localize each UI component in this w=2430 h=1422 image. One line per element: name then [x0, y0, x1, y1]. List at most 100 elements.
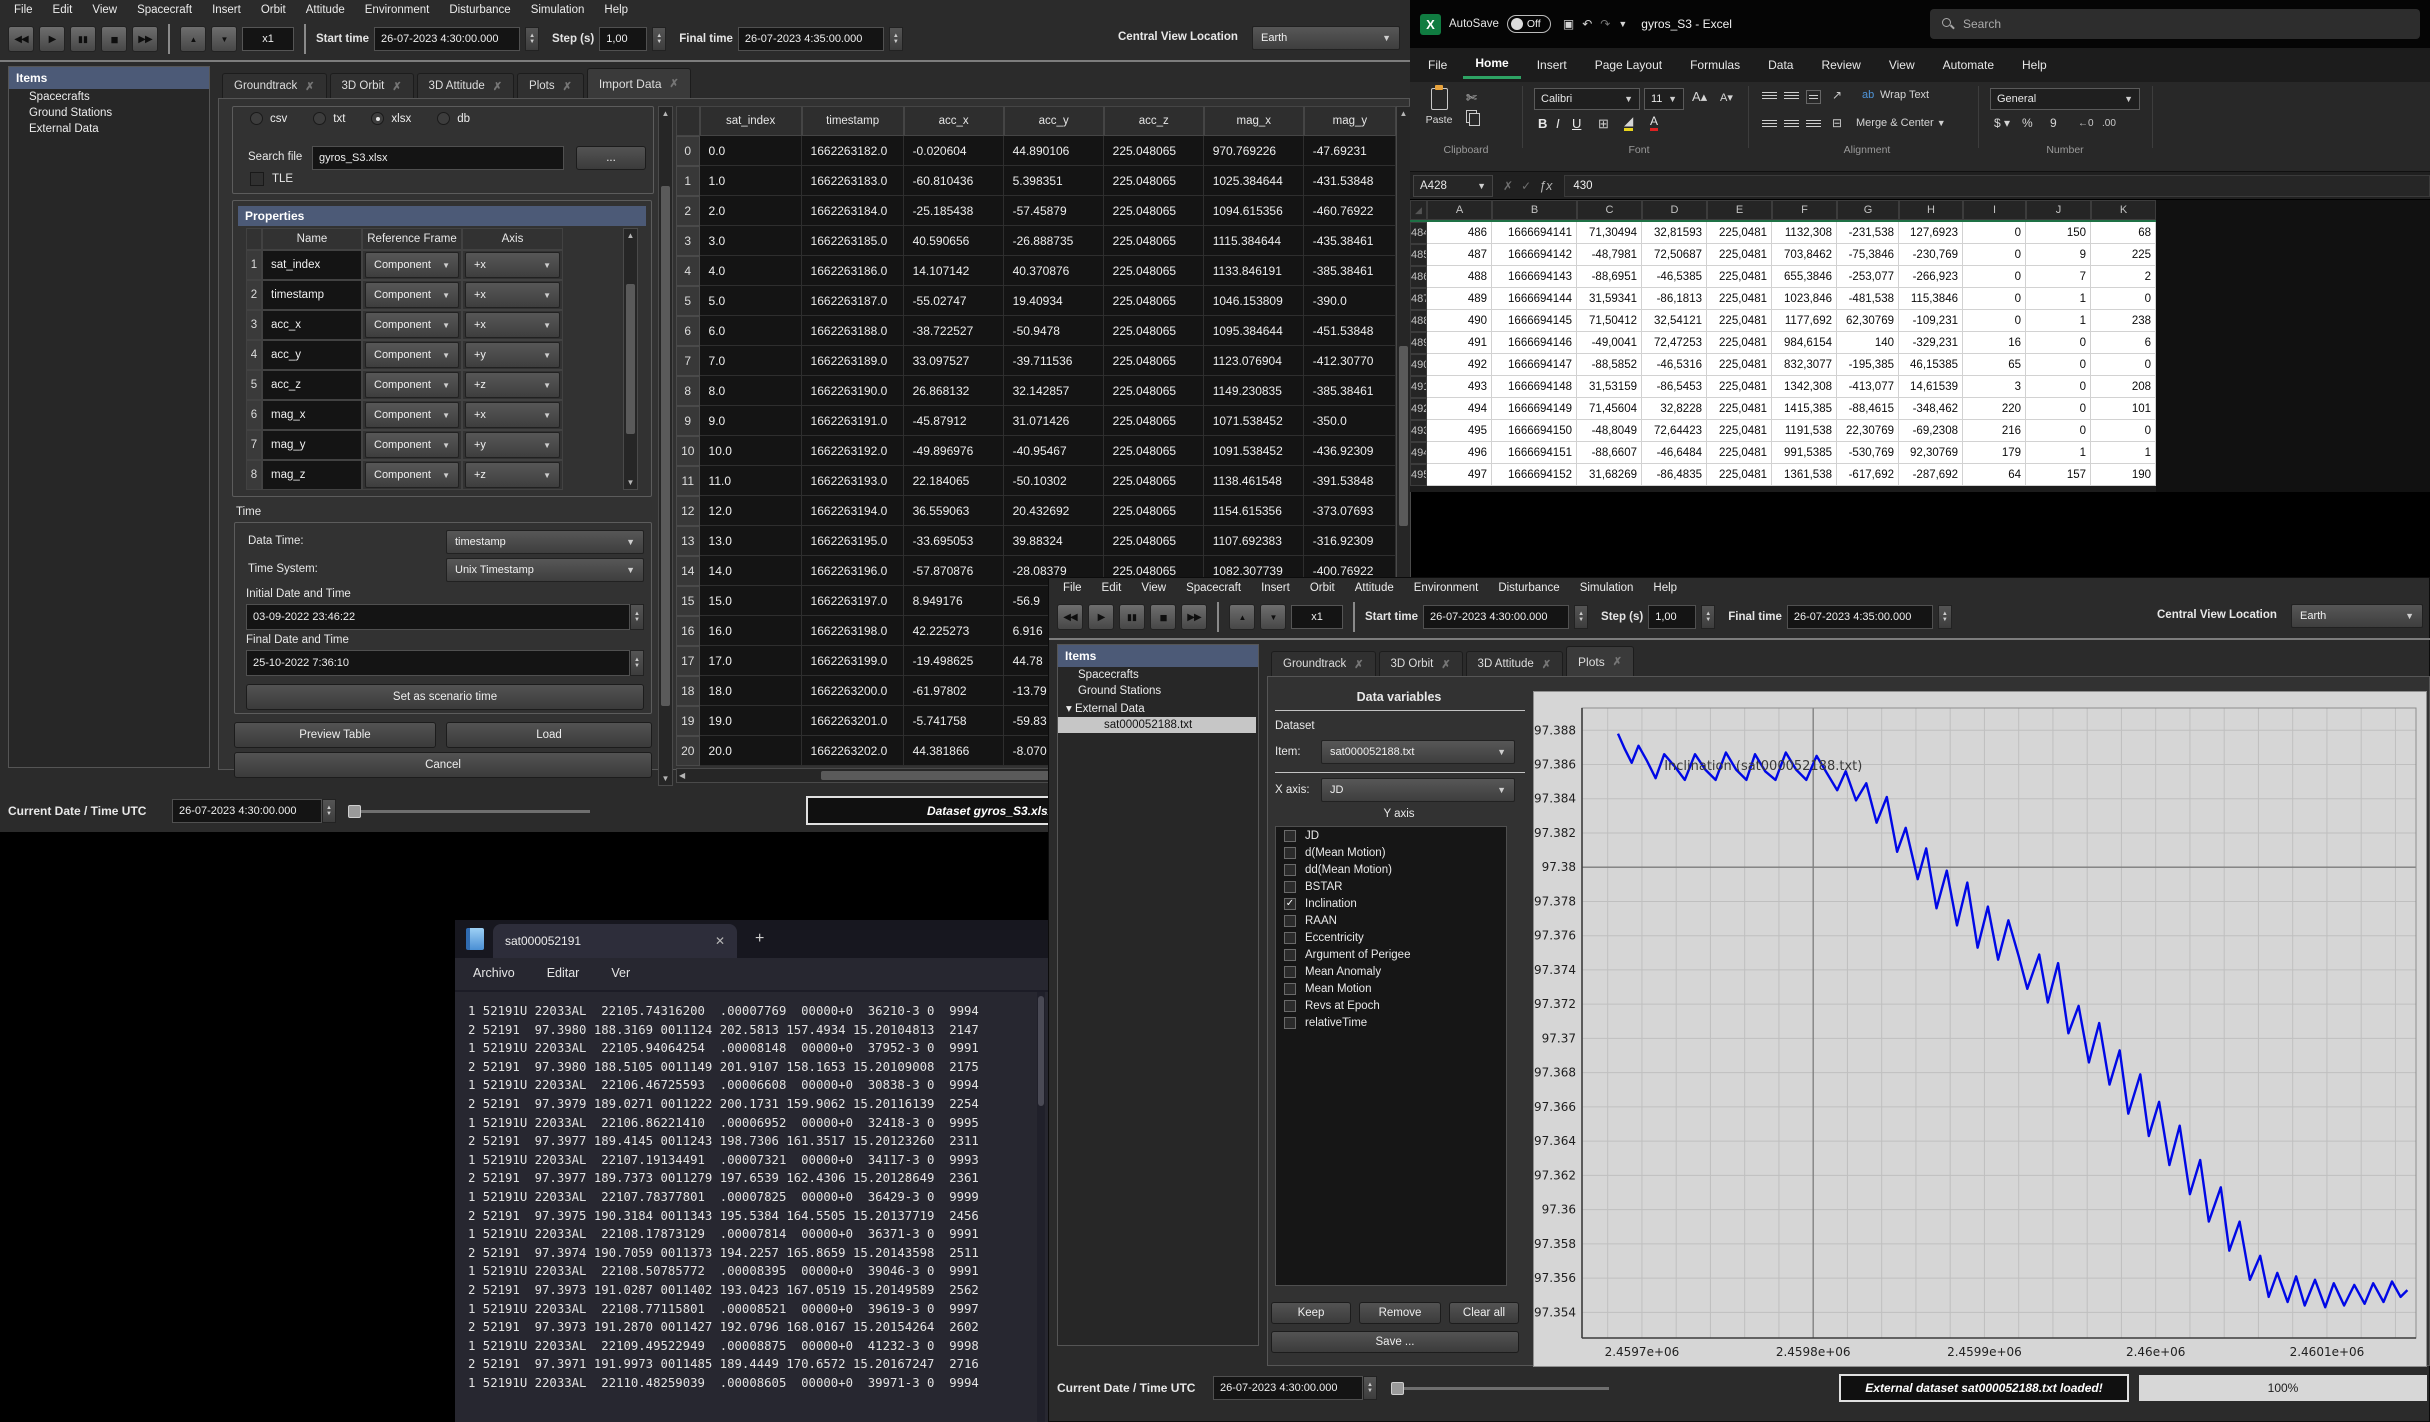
row-header[interactable]: 495 [1410, 464, 1427, 486]
checkbox-icon[interactable] [1284, 949, 1296, 961]
ribbon-tab-data[interactable]: Data [1756, 52, 1805, 78]
row-header[interactable]: 490 [1410, 354, 1427, 376]
sheet-cell[interactable]: 1415,385 [1772, 398, 1837, 420]
sheet-cell[interactable]: 492 [1427, 354, 1492, 376]
sheet-cell[interactable]: -231,538 [1837, 222, 1899, 244]
sheet-cell[interactable]: 225,0481 [1707, 354, 1772, 376]
menu-edit[interactable]: Edit [1092, 582, 1132, 594]
table-header-timestamp[interactable]: timestamp [802, 106, 904, 136]
sheet-cell[interactable]: 0 [2026, 398, 2091, 420]
properties-scrollbar[interactable]: ▲▼ [623, 228, 638, 490]
tab-3d-orbit[interactable]: 3D Orbit✗ [330, 73, 414, 98]
reference-frame-dropdown[interactable]: Component▼ [365, 282, 459, 308]
column-header-C[interactable]: C [1577, 200, 1642, 220]
sheet-cell[interactable]: 31,53159 [1577, 376, 1642, 398]
save-button[interactable]: Save ... [1271, 1331, 1519, 1353]
format-radio-xlsx[interactable]: xlsx [371, 112, 411, 125]
tab-close-icon[interactable]: ✗ [392, 80, 401, 93]
currency-icon[interactable]: $ ▾ [1994, 116, 2010, 130]
column-header-D[interactable]: D [1642, 200, 1707, 220]
table-header-acc_x[interactable]: acc_x [904, 106, 1004, 136]
sheet-cell[interactable]: 984,6154 [1772, 332, 1837, 354]
undo-icon[interactable]: ↶ [1578, 17, 1596, 31]
yaxis-option-bstar[interactable]: BSTAR [1276, 878, 1506, 895]
fx-icon[interactable]: ƒx [1539, 179, 1552, 193]
sheet-cell[interactable]: -348,462 [1899, 398, 1963, 420]
checkbox-icon[interactable] [1284, 1017, 1296, 1029]
sheet-cell[interactable]: 486 [1427, 222, 1492, 244]
sheet-cell[interactable]: 1666694144 [1492, 288, 1577, 310]
sheet-cell[interactable]: 2 [2091, 266, 2156, 288]
start-time-input[interactable]: 26-07-2023 4:30:00.000 [1423, 605, 1569, 629]
axis-dropdown[interactable]: +x▼ [465, 252, 560, 278]
sheet-cell[interactable]: 46,15385 [1899, 354, 1963, 376]
yaxis-option-raan[interactable]: RAAN [1276, 912, 1506, 929]
menu-help[interactable]: Help [594, 4, 638, 16]
data-time-dropdown[interactable]: timestamp▼ [446, 530, 644, 554]
font-name-select[interactable]: Calibri▼ [1534, 88, 1640, 110]
autosave-toggle[interactable]: Off [1507, 15, 1551, 33]
cancel-button[interactable]: Cancel [234, 752, 652, 778]
merge-icon[interactable]: ⊟ [1832, 116, 1842, 130]
sheet-cell[interactable]: -230,769 [1899, 244, 1963, 266]
sheet-cell[interactable]: 225,0481 [1707, 376, 1772, 398]
menu-orbit[interactable]: Orbit [1300, 582, 1345, 594]
sheet-cell[interactable]: 0 [2091, 420, 2156, 442]
table-header-acc_z[interactable]: acc_z [1104, 106, 1204, 136]
sheet-cell[interactable]: -617,692 [1837, 464, 1899, 486]
checkbox-icon[interactable] [1284, 915, 1296, 927]
sheet-cell[interactable]: 488 [1427, 266, 1492, 288]
sheet-cell[interactable]: 991,5385 [1772, 442, 1837, 464]
row-header[interactable]: 487 [1410, 288, 1427, 310]
central-view-dropdown[interactable]: Earth▼ [1252, 26, 1400, 50]
checkbox-icon[interactable]: ✓ [1284, 898, 1296, 910]
sheet-cell[interactable]: 1666694152 [1492, 464, 1577, 486]
sheet-cell[interactable]: 92,30769 [1899, 442, 1963, 464]
sheet-cell[interactable]: 1666694142 [1492, 244, 1577, 266]
sheet-cell[interactable]: -86,5453 [1642, 376, 1707, 398]
sheet-cell[interactable]: -75,3846 [1837, 244, 1899, 266]
sheet-cell[interactable]: -49,0041 [1577, 332, 1642, 354]
sheet-cell[interactable]: 225,0481 [1707, 310, 1772, 332]
ribbon-tab-page-layout[interactable]: Page Layout [1583, 52, 1674, 78]
column-header-H[interactable]: H [1899, 200, 1963, 220]
row-header[interactable]: 494 [1410, 442, 1427, 464]
sheet-cell[interactable]: 1191,538 [1772, 420, 1837, 442]
sheet-cell[interactable]: 0 [2026, 332, 2091, 354]
yaxis-option-revs-at-epoch[interactable]: Revs at Epoch [1276, 997, 1506, 1014]
sheet-cell[interactable]: 225,0481 [1707, 332, 1772, 354]
tab-3d-orbit[interactable]: 3D Orbit✗ [1379, 651, 1463, 676]
sheet-cell[interactable]: 16 [1963, 332, 2026, 354]
sheet-cell[interactable]: 225,0481 [1707, 398, 1772, 420]
initial-datetime-spinner[interactable]: ▲▼ [630, 604, 644, 630]
time-slider-track[interactable] [348, 810, 590, 813]
sheet-cell[interactable]: 1666694143 [1492, 266, 1577, 288]
time-slider-handle[interactable] [348, 805, 361, 818]
sheet-cell[interactable]: -46,5316 [1642, 354, 1707, 376]
notepad-scrollbar[interactable] [1037, 992, 1045, 1422]
step-input[interactable]: 1,00 [1648, 605, 1696, 629]
sheet-cell[interactable]: 220 [1963, 398, 2026, 420]
axis-dropdown[interactable]: +z▼ [465, 462, 560, 488]
central-view-dropdown[interactable]: Earth▼ [2291, 604, 2423, 628]
sheet-cell[interactable]: 64 [1963, 464, 2026, 486]
sheet-cell[interactable]: 179 [1963, 442, 2026, 464]
sheet-cell[interactable]: 32,81593 [1642, 222, 1707, 244]
axis-dropdown[interactable]: +x▼ [465, 282, 560, 308]
reference-frame-dropdown[interactable]: Component▼ [365, 342, 459, 368]
table-header-sat_index[interactable]: sat_index [700, 106, 802, 136]
time-system-dropdown[interactable]: Unix Timestamp▼ [446, 558, 644, 582]
pause-button[interactable]: ▮▮ [1119, 604, 1145, 630]
cut-icon[interactable]: ✄ [1466, 90, 1477, 106]
xaxis-dropdown[interactable]: JD▼ [1321, 778, 1515, 802]
ribbon-tab-home[interactable]: Home [1463, 50, 1520, 79]
axis-dropdown[interactable]: +z▼ [465, 372, 560, 398]
reference-frame-dropdown[interactable]: Component▼ [365, 402, 459, 428]
start-time-input[interactable]: 26-07-2023 4:30:00.000 [374, 27, 520, 51]
notepad-menu-archivo[interactable]: Archivo [461, 962, 527, 984]
sheet-cell[interactable]: 225,0481 [1707, 266, 1772, 288]
sheet-cell[interactable]: -88,4615 [1837, 398, 1899, 420]
name-box[interactable]: A428▼ [1413, 175, 1493, 197]
spreadsheet-grid[interactable]: ◢ABCDEFGHIJK484486166669414171,3049432,8… [1410, 200, 2156, 492]
comma-icon[interactable]: 9 [2050, 116, 2057, 130]
